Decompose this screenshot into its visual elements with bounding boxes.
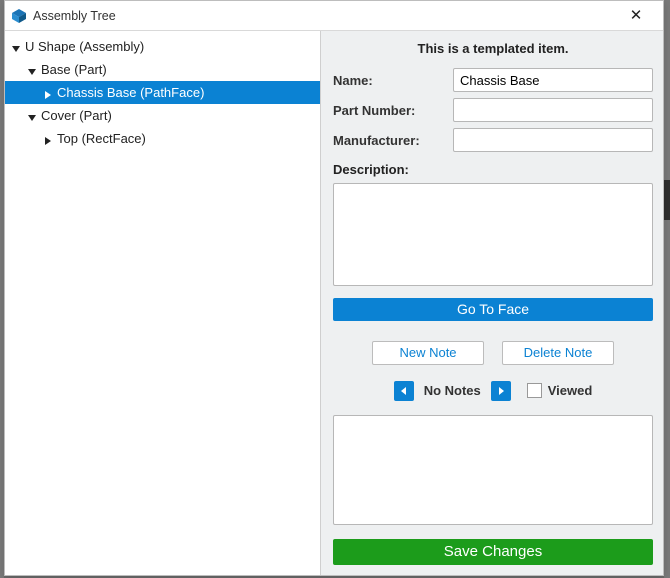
collapse-icon[interactable] (43, 88, 53, 98)
viewed-group: Viewed (527, 383, 593, 398)
tree-label: Base (Part) (41, 62, 107, 77)
tree-row-selected[interactable]: Chassis Base (PathFace) (5, 81, 320, 104)
new-note-button[interactable]: New Note (372, 341, 484, 365)
partnum-label: Part Number: (333, 103, 443, 118)
prev-note-button[interactable] (394, 381, 414, 401)
tree-row[interactable]: Base (Part) (5, 58, 320, 81)
app-icon (11, 8, 27, 24)
expand-icon[interactable] (27, 65, 37, 75)
viewed-checkbox[interactable] (527, 383, 542, 398)
chevron-right-icon (496, 386, 506, 396)
expand-icon[interactable] (11, 42, 21, 52)
name-row: Name: (333, 68, 653, 92)
tree-label: Cover (Part) (41, 108, 112, 123)
tree-row[interactable]: U Shape (Assembly) (5, 35, 320, 58)
collapse-icon[interactable] (43, 134, 53, 144)
next-note-button[interactable] (491, 381, 511, 401)
manufacturer-input[interactable] (453, 128, 653, 152)
details-pane: This is a templated item. Name: Part Num… (321, 31, 663, 575)
titlebar: Assembly Tree ✕ (5, 1, 663, 31)
tree-label: Chassis Base (PathFace) (57, 85, 204, 100)
notes-button-row: New Note Delete Note (333, 341, 653, 365)
description-textarea[interactable] (333, 183, 653, 286)
notes-nav: No Notes Viewed (333, 381, 653, 401)
save-changes-button[interactable]: Save Changes (333, 539, 653, 566)
tree-row[interactable]: Cover (Part) (5, 104, 320, 127)
partnum-row: Part Number: (333, 98, 653, 122)
delete-note-button[interactable]: Delete Note (502, 341, 614, 365)
window-body: U Shape (Assembly) Base (Part) Chassis B… (5, 31, 663, 575)
tree-pane[interactable]: U Shape (Assembly) Base (Part) Chassis B… (5, 31, 321, 575)
close-icon: ✕ (630, 8, 643, 23)
name-input[interactable] (453, 68, 653, 92)
expand-icon[interactable] (27, 111, 37, 121)
tree-label: U Shape (Assembly) (25, 39, 144, 54)
close-button[interactable]: ✕ (617, 2, 655, 30)
name-label: Name: (333, 73, 443, 88)
partnum-input[interactable] (453, 98, 653, 122)
tree-row[interactable]: Top (RectFace) (5, 127, 320, 150)
description-label: Description: (333, 162, 653, 177)
window-title: Assembly Tree (33, 9, 116, 23)
chevron-left-icon (399, 386, 409, 396)
note-body-textarea[interactable] (333, 415, 653, 525)
tree-label: Top (RectFace) (57, 131, 146, 146)
goto-face-button[interactable]: Go To Face (333, 298, 653, 321)
viewed-label: Viewed (548, 383, 593, 398)
titlebar-left: Assembly Tree (11, 8, 116, 24)
notes-status: No Notes (424, 383, 481, 398)
background-dark-strip (664, 180, 670, 220)
manufacturer-label: Manufacturer: (333, 133, 443, 148)
templated-banner: This is a templated item. (333, 41, 653, 56)
manufacturer-row: Manufacturer: (333, 128, 653, 152)
assembly-tree-window: Assembly Tree ✕ U Shape (Assembly) Base … (4, 0, 664, 576)
